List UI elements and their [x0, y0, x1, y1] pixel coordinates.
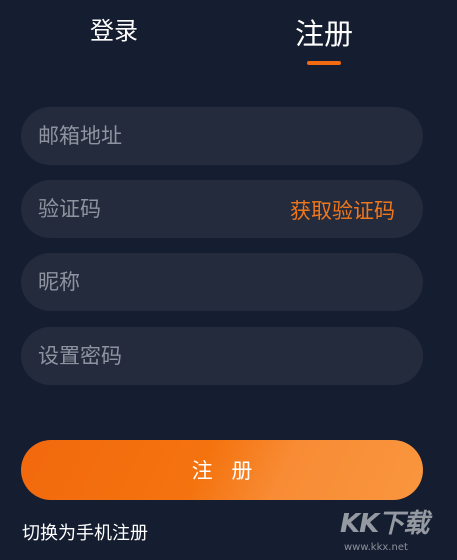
switch-to-phone-register-link[interactable]: 切换为手机注册: [22, 521, 148, 547]
email-field-container: [21, 107, 423, 165]
register-button[interactable]: 注 册: [21, 440, 423, 500]
nickname-input[interactable]: [21, 253, 423, 311]
password-field-container: [21, 327, 423, 385]
password-input[interactable]: [21, 327, 423, 385]
tab-register[interactable]: 注册: [295, 14, 353, 54]
watermark-url: www.kkx.net: [344, 542, 408, 553]
get-code-button[interactable]: 获取验证码: [290, 180, 395, 238]
auth-tabs: 登录 注册: [0, 0, 457, 80]
email-input[interactable]: [21, 107, 423, 165]
watermark-logo: KK下载: [340, 509, 429, 539]
code-field-container: 获取验证码: [21, 180, 423, 238]
site-watermark: KK下载 www.kkx.net: [340, 508, 448, 556]
nickname-field-container: [21, 253, 423, 311]
active-tab-indicator: [307, 61, 341, 65]
tab-login[interactable]: 登录: [90, 14, 138, 48]
